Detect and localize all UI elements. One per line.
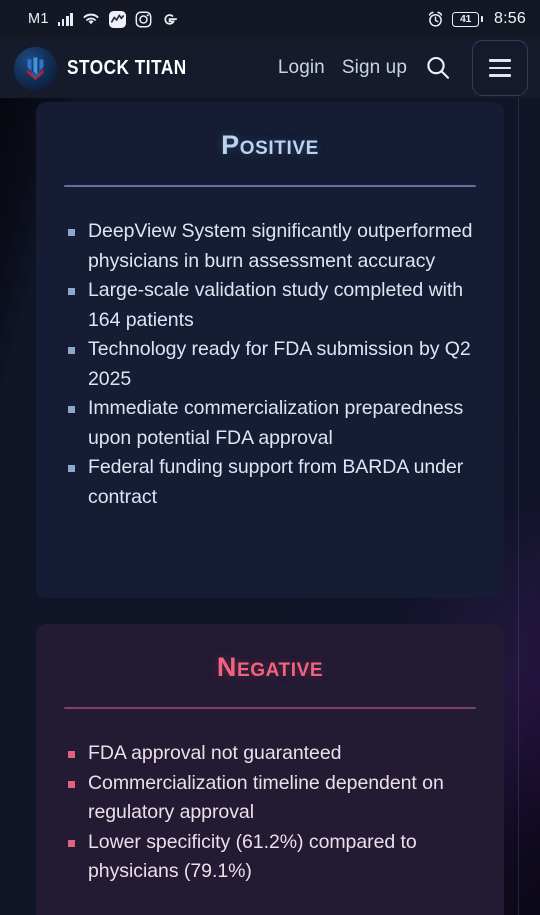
stock-app-icon bbox=[108, 10, 126, 28]
list-item: Large-scale validation study completed w… bbox=[62, 276, 478, 335]
list-item: FDA approval not guaranteed bbox=[62, 739, 478, 769]
navigation-bar: STOCK TITAN Login Sign up bbox=[0, 38, 540, 98]
signup-link[interactable]: Sign up bbox=[342, 57, 407, 79]
login-link[interactable]: Login bbox=[278, 57, 325, 79]
negative-card-divider bbox=[64, 707, 476, 709]
positive-card: Positive DeepView System significantly o… bbox=[36, 102, 504, 598]
status-bar: M1 41 8:56 bbox=[0, 0, 540, 38]
brand-title: STOCK TITAN bbox=[67, 56, 187, 79]
stock-titan-logo-icon bbox=[14, 46, 57, 90]
menu-line bbox=[489, 66, 511, 70]
positive-card-divider bbox=[64, 185, 476, 187]
instagram-icon bbox=[135, 11, 152, 28]
menu-line bbox=[489, 59, 511, 62]
list-item: Federal funding support from BARDA under… bbox=[62, 453, 478, 512]
hamburger-menu-icon[interactable] bbox=[472, 40, 528, 96]
negative-card-title: Negative bbox=[216, 652, 324, 682]
brand-home-link[interactable]: STOCK TITAN bbox=[14, 46, 206, 90]
clock-time: 8:56 bbox=[494, 10, 526, 27]
battery-indicator: 41 bbox=[452, 11, 484, 27]
status-bar-right: 41 8:56 bbox=[427, 10, 526, 28]
positive-card-title: Positive bbox=[221, 130, 319, 160]
google-icon bbox=[161, 11, 178, 28]
negative-bullet-list: FDA approval not guaranteed Commercializ… bbox=[62, 739, 478, 887]
battery-cap bbox=[480, 16, 484, 22]
positive-bullet-list: DeepView System significantly outperform… bbox=[62, 217, 478, 512]
carrier-label: M1 bbox=[28, 11, 49, 27]
status-bar-left: M1 bbox=[28, 10, 178, 28]
wifi-icon bbox=[82, 12, 100, 26]
nav-actions: Login Sign up bbox=[278, 40, 528, 96]
page-scroll-area[interactable]: Positive DeepView System significantly o… bbox=[0, 98, 540, 915]
list-item: DeepView System significantly outperform… bbox=[62, 217, 478, 276]
negative-card: Negative FDA approval not guaranteed Com… bbox=[36, 624, 504, 915]
list-item: Lower specificity (61.2%) compared to ph… bbox=[62, 828, 478, 887]
menu-line bbox=[489, 74, 511, 77]
list-item: Commercialization timeline dependent on … bbox=[62, 769, 478, 828]
content-column: Positive DeepView System significantly o… bbox=[0, 98, 540, 915]
alarm-clock-icon bbox=[427, 11, 444, 28]
signal-bars-icon bbox=[57, 12, 73, 26]
list-item: Technology ready for FDA submission by Q… bbox=[62, 335, 478, 394]
search-icon[interactable] bbox=[424, 54, 452, 82]
list-item: Immediate commercialization preparedness… bbox=[62, 394, 478, 453]
battery-level: 41 bbox=[452, 11, 480, 27]
